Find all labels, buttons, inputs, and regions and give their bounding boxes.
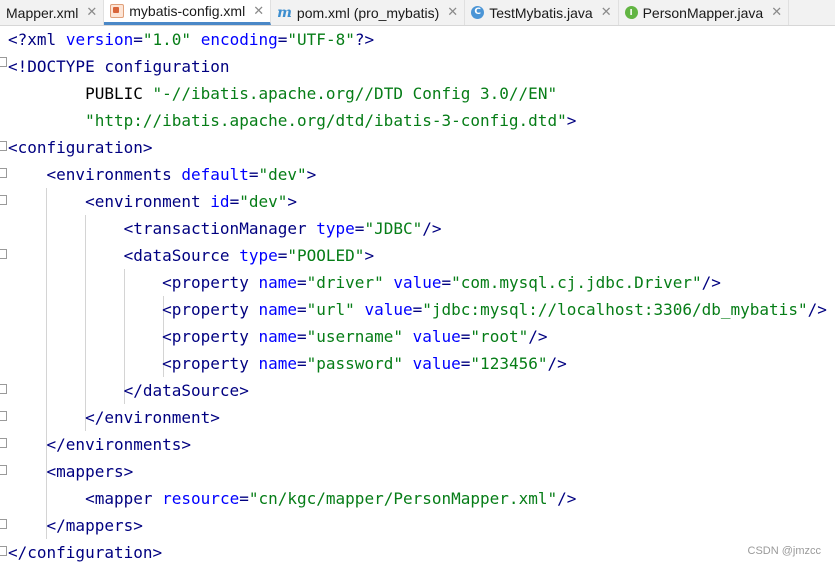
fold-marker-icon[interactable] bbox=[0, 438, 7, 448]
fold-marker-icon[interactable] bbox=[0, 465, 7, 475]
close-icon[interactable]: ✕ bbox=[601, 5, 612, 20]
code-line: <environments default="dev"> bbox=[46, 165, 317, 184]
tab-personmapper-java[interactable]: I PersonMapper.java ✕ bbox=[619, 0, 790, 25]
fold-marker-icon[interactable] bbox=[0, 249, 7, 259]
code-line: <environment id="dev"> bbox=[85, 192, 298, 211]
code-line: </mappers> bbox=[46, 516, 143, 535]
tab-label: pom.xml (pro_mybatis) bbox=[296, 4, 440, 21]
tab-mybatis-config-xml[interactable]: mybatis-config.xml ✕ bbox=[104, 0, 272, 25]
watermark: CSDN @jmzcc bbox=[747, 545, 822, 557]
tab-label: mybatis-config.xml bbox=[129, 3, 246, 19]
tab-mapper-xml[interactable]: Mapper.xml ✕ bbox=[0, 0, 105, 25]
fold-marker-icon[interactable] bbox=[0, 384, 7, 394]
code-line: <property name="username" value="root"/> bbox=[162, 327, 548, 346]
code-line: <property name="url" value="jdbc:mysql:/… bbox=[162, 300, 827, 319]
tab-label: PersonMapper.java bbox=[642, 4, 764, 21]
code-line: <configuration> bbox=[8, 138, 153, 157]
fold-marker-icon[interactable] bbox=[0, 411, 7, 421]
tab-pom-xml[interactable]: m pom.xml (pro_mybatis) ✕ bbox=[271, 0, 466, 25]
fold-marker-icon[interactable] bbox=[0, 519, 7, 529]
tab-label: TestMybatis.java bbox=[489, 4, 593, 21]
code-line: </configuration> bbox=[8, 543, 163, 562]
editor-tab-bar: Mapper.xml ✕ mybatis-config.xml ✕ m pom.… bbox=[0, 0, 835, 26]
fold-marker-icon[interactable] bbox=[0, 168, 7, 178]
java-interface-icon: I bbox=[624, 6, 638, 19]
fold-marker-icon[interactable] bbox=[0, 141, 7, 151]
code-line: <transactionManager type="JDBC"/> bbox=[123, 219, 442, 238]
java-class-icon: C bbox=[471, 6, 485, 19]
code-line: </environment> bbox=[85, 408, 220, 427]
code-line: <property name="driver" value="com.mysql… bbox=[162, 273, 721, 292]
code-line: <mappers> bbox=[46, 462, 134, 481]
code-editor[interactable]: <?xml version="1.0" encoding="UTF-8"?> <… bbox=[0, 26, 835, 565]
fold-gutter bbox=[0, 26, 8, 565]
fold-marker-icon[interactable] bbox=[0, 57, 7, 67]
code-line: <property name="password" value="123456"… bbox=[162, 354, 567, 373]
close-icon[interactable]: ✕ bbox=[447, 5, 458, 20]
maven-icon: m bbox=[277, 4, 292, 21]
close-icon[interactable]: ✕ bbox=[771, 5, 782, 20]
code-line: "http://ibatis.apache.org/dtd/ibatis-3-c… bbox=[85, 111, 577, 130]
close-icon[interactable]: ✕ bbox=[86, 5, 97, 20]
code-line: PUBLIC "-//ibatis.apache.org//DTD Config… bbox=[8, 84, 558, 103]
close-icon[interactable]: ✕ bbox=[253, 4, 264, 19]
fold-marker-icon[interactable] bbox=[0, 195, 7, 205]
fold-marker-icon[interactable] bbox=[0, 546, 7, 556]
tab-label: Mapper.xml bbox=[6, 4, 79, 21]
code-line: <dataSource type="POOLED"> bbox=[123, 246, 375, 265]
code-line: <mapper resource="cn/kgc/mapper/PersonMa… bbox=[85, 489, 577, 508]
tab-testmybatis-java[interactable]: C TestMybatis.java ✕ bbox=[465, 0, 619, 25]
code-line: </dataSource> bbox=[123, 381, 249, 400]
xml-file-icon bbox=[110, 4, 125, 18]
code-line: <?xml version="1.0" encoding="UTF-8"?> bbox=[8, 30, 375, 49]
code-line: <!DOCTYPE configuration bbox=[8, 57, 230, 76]
code-line: </environments> bbox=[46, 435, 192, 454]
